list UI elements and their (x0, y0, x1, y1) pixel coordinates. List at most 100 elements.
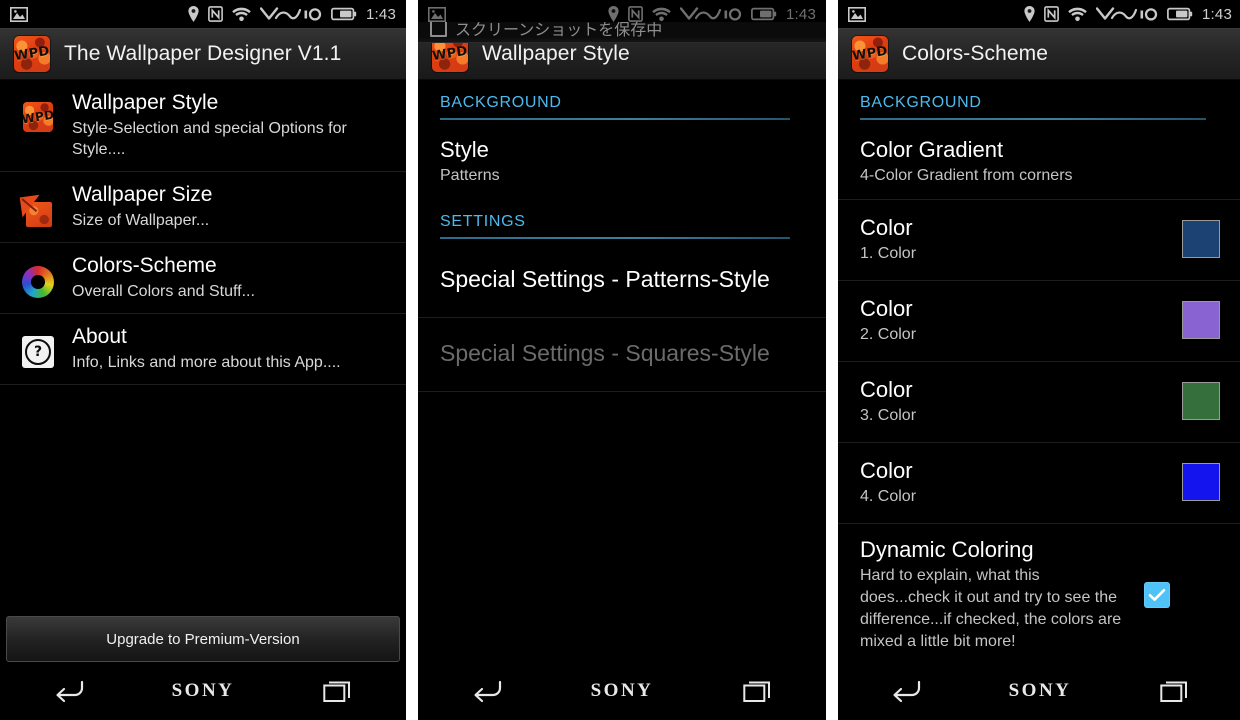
color-wheel-icon (18, 253, 58, 299)
location-pin-icon (188, 6, 199, 22)
system-navigation-bar: SONY (838, 662, 1240, 720)
category-divider (440, 118, 790, 120)
list-item-wallpaper-size[interactable]: Wallpaper Size Size of Wallpaper... (0, 172, 406, 243)
status-bar-clock: 1:43 (786, 5, 816, 23)
category-divider (860, 118, 1206, 120)
pref-subtitle: 4-Color Gradient from corners (860, 167, 1073, 184)
pref-title: Style (440, 137, 489, 162)
category-background: BACKGROUND (418, 80, 826, 125)
status-bar-right: 1:43 (608, 6, 816, 23)
pref-row-special-settings-squares[interactable]: Special Settings - Squares-Style (418, 318, 826, 392)
main-menu-list: WPD Wallpaper Style Style-Selection and … (0, 80, 406, 385)
nfc-icon (628, 6, 643, 22)
category-settings: SETTINGS (418, 199, 826, 244)
status-bar-clock: 1:43 (1202, 5, 1232, 23)
list-item-subtitle: Size of Wallpaper... (72, 212, 210, 229)
color-swatch[interactable] (1182, 220, 1220, 258)
action-bar-main: WPD The Wallpaper Designer V1.1 (0, 28, 406, 80)
color-swatch[interactable] (1182, 382, 1220, 420)
color-swatch[interactable] (1182, 301, 1220, 339)
status-bar: 1:43 (0, 0, 406, 28)
recents-button[interactable] (690, 678, 826, 704)
category-label: SETTINGS (440, 213, 526, 230)
pref-subtitle: Hard to explain, what this does...check … (860, 567, 1122, 650)
wpd-logo-icon: WPD (852, 35, 888, 72)
notification-text: スクリーンショットを保存中 (455, 22, 663, 39)
pref-subtitle: 4. Color (860, 488, 917, 505)
colors-preferences-list: BACKGROUND Color Gradient 4-Color Gradie… (838, 80, 1240, 668)
screen-title: Wallpaper Style (482, 41, 630, 65)
pref-subtitle: 1. Color (860, 245, 917, 262)
pref-row-color-4[interactable]: Color 4. Color (838, 443, 1240, 524)
back-button[interactable] (838, 679, 973, 703)
action-bar-colors-scheme: WPD Colors-Scheme (838, 28, 1240, 80)
pref-row-color-gradient[interactable]: Color Gradient 4-Color Gradient from cor… (838, 125, 1240, 200)
pref-row-style[interactable]: Style Patterns (418, 125, 826, 199)
pref-subtitle: 2. Color (860, 326, 917, 343)
pref-subtitle: 3. Color (860, 407, 917, 424)
system-navigation-bar: SONY (418, 662, 826, 720)
dynamic-coloring-checkbox[interactable] (1144, 581, 1170, 608)
premium-button-container: Upgrade to Premium-Version (0, 616, 406, 662)
three-panel-screenshot: 1:43 WPD The Wallpaper Designer V1.1 WPD… (0, 0, 1240, 720)
status-bar-clock: 1:43 (366, 5, 396, 23)
pref-row-dynamic-coloring[interactable]: Dynamic Coloring Hard to explain, what t… (838, 524, 1240, 668)
sony-brand-label: SONY (171, 680, 235, 701)
pref-title: Color (860, 215, 913, 240)
notification-shade-peek[interactable]: スクリーンショットを保存中 (418, 22, 826, 43)
vaio-logo-icon (260, 6, 322, 22)
preferences-list: BACKGROUND Style Patterns SETTINGS Speci… (418, 80, 826, 392)
app-title: The Wallpaper Designer V1.1 (64, 41, 342, 65)
recents-icon (1159, 678, 1190, 704)
category-label: BACKGROUND (440, 94, 562, 111)
battery-icon (751, 7, 777, 21)
question-mark-icon: ? (18, 324, 58, 368)
image-icon (10, 6, 28, 22)
panel-gap-1 (406, 0, 418, 720)
list-item-colors-scheme[interactable]: Colors-Scheme Overall Colors and Stuff..… (0, 243, 406, 314)
wpd-logo-icon: WPD (14, 35, 50, 72)
nfc-icon (208, 6, 223, 22)
pref-subtitle: Patterns (440, 167, 500, 184)
wifi-icon (232, 7, 251, 22)
list-item-subtitle: Overall Colors and Stuff... (72, 283, 255, 300)
pref-row-color-3[interactable]: Color 3. Color (838, 362, 1240, 443)
vaio-logo-icon (680, 6, 742, 22)
wifi-icon (652, 7, 671, 22)
color-swatch[interactable] (1182, 463, 1220, 501)
wifi-icon (1068, 7, 1087, 22)
list-item-about[interactable]: ? About Info, Links and more about this … (0, 314, 406, 385)
category-background: BACKGROUND (838, 80, 1240, 125)
category-label: BACKGROUND (860, 94, 982, 111)
status-bar-right: 1:43 (1024, 6, 1232, 23)
pref-title: Dynamic Coloring (860, 537, 1034, 562)
back-button[interactable] (0, 679, 135, 703)
recents-button[interactable] (271, 678, 406, 704)
list-item-subtitle: Info, Links and more about this App.... (72, 354, 341, 371)
image-icon (848, 6, 866, 22)
back-button[interactable] (418, 679, 554, 703)
phone-screen-wallpaper-style: 1:43 スクリーンショットを保存中 WPD Wallpaper Style B… (418, 0, 826, 720)
sony-brand-label: SONY (590, 680, 654, 701)
pref-title: Color Gradient (860, 137, 1004, 162)
back-icon (469, 679, 503, 703)
system-navigation-bar: SONY (0, 662, 406, 720)
pref-row-color-2[interactable]: Color 2. Color (838, 281, 1240, 362)
recents-icon (323, 678, 353, 704)
recents-button[interactable] (1107, 678, 1240, 704)
status-bar: 1:43 (838, 0, 1240, 28)
location-pin-icon (1024, 6, 1035, 22)
status-bar-left (428, 6, 446, 22)
screenshot-icon (430, 22, 447, 37)
status-bar-right: 1:43 (188, 6, 396, 23)
status-bar-left (10, 6, 28, 22)
vaio-logo-icon (1096, 6, 1158, 22)
pref-title: Color (860, 296, 913, 321)
pref-row-color-1[interactable]: Color 1. Color (838, 200, 1240, 281)
pref-title: Color (860, 377, 913, 402)
list-item-wallpaper-style[interactable]: WPD Wallpaper Style Style-Selection and … (0, 80, 406, 172)
back-icon (51, 679, 85, 703)
upgrade-premium-button[interactable]: Upgrade to Premium-Version (6, 616, 400, 662)
pref-row-special-settings-patterns[interactable]: Special Settings - Patterns-Style (418, 244, 826, 318)
pref-title: Special Settings - Squares-Style (440, 340, 770, 366)
